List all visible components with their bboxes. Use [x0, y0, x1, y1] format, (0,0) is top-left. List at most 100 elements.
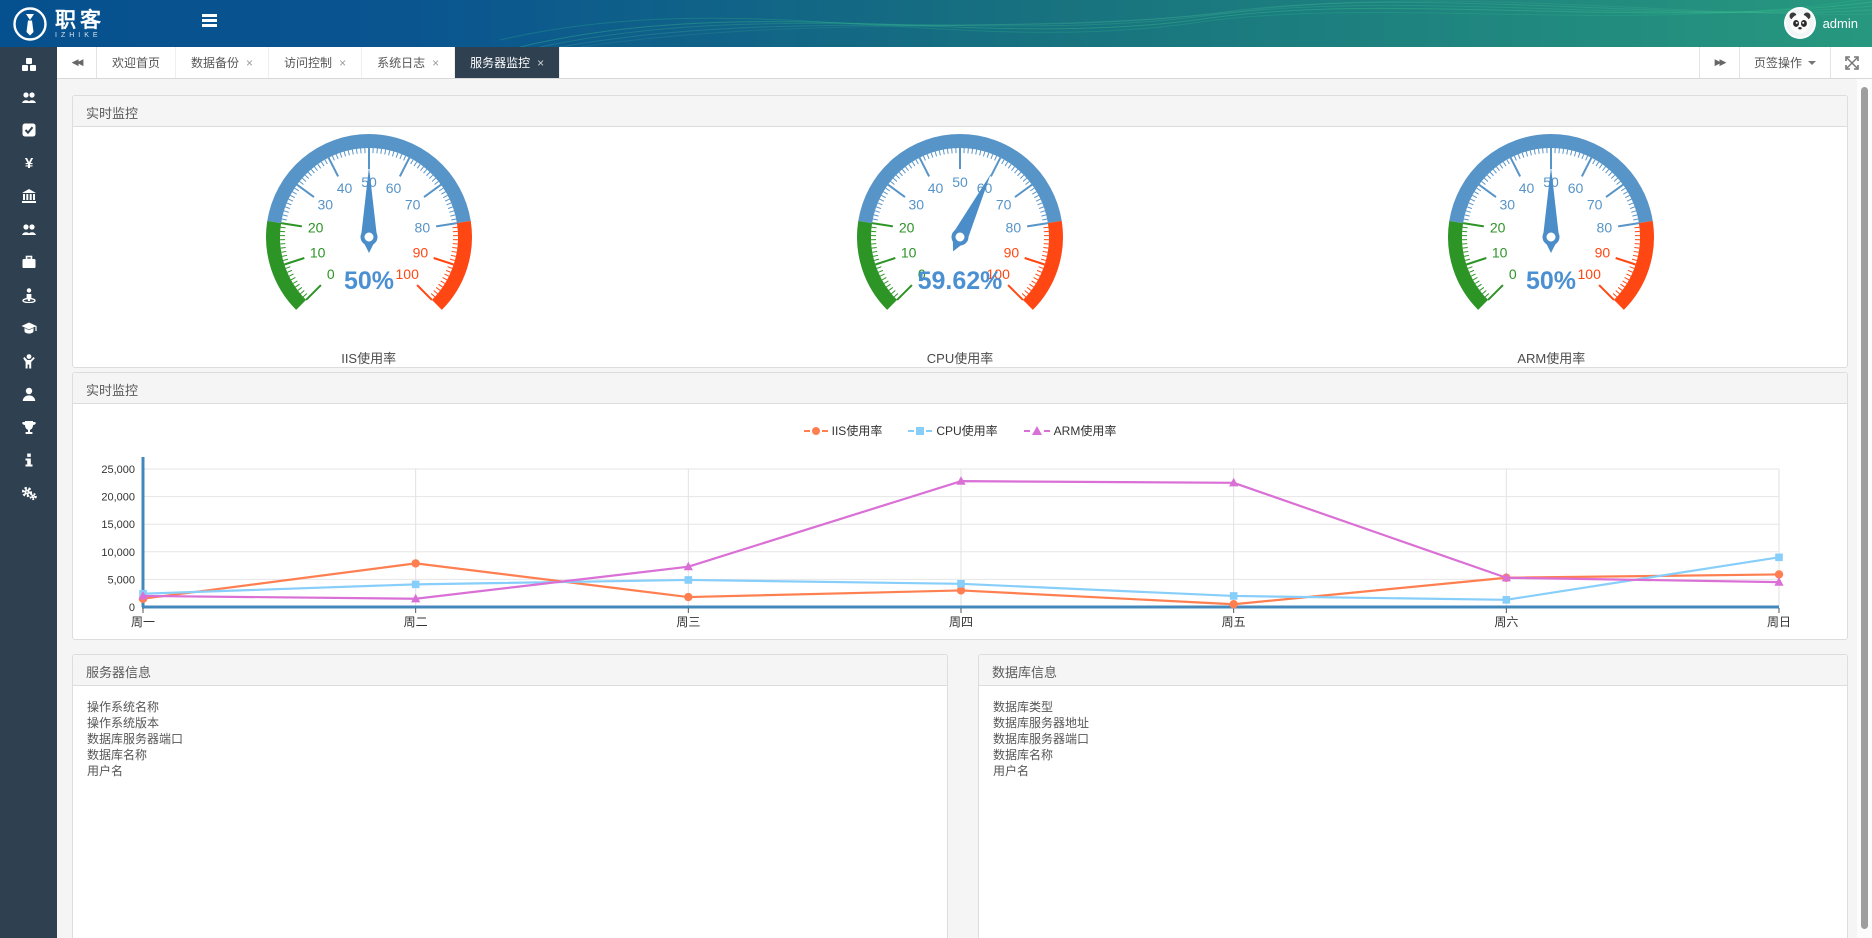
svg-text:60: 60: [1568, 180, 1584, 196]
sidebar-item-12[interactable]: [0, 443, 57, 476]
svg-text:90: 90: [1595, 245, 1611, 261]
gauges-panel-title: 实时监控: [73, 96, 1847, 127]
circle-legend-marker-icon: [804, 427, 828, 435]
svg-text:30: 30: [909, 196, 925, 212]
realtime-chart-panel: 实时监控 IIS使用率CPU使用率ARM使用率 05,00010,00015,0…: [72, 372, 1848, 640]
main-content: 实时监控 010203040506070809010050%IIS使用率0102…: [57, 79, 1872, 938]
tab-label: 服务器监控: [470, 54, 530, 71]
gears-icon: [21, 485, 37, 501]
svg-text:周一: 周一: [131, 615, 155, 629]
svg-text:80: 80: [1597, 220, 1613, 236]
gauge-1: 010203040506070809010059.62%CPU使用率: [664, 133, 1255, 367]
svg-text:80: 80: [1006, 220, 1022, 236]
fullscreen-toggle-button[interactable]: [1830, 47, 1872, 78]
tab-close-icon[interactable]: ×: [246, 57, 253, 69]
server-info-list: 操作系统名称操作系统版本数据库服务器端口数据库名称用户名: [73, 686, 947, 792]
sidebar-item-9[interactable]: [0, 344, 57, 377]
user-menu[interactable]: admin: [1784, 7, 1858, 39]
app-logo[interactable]: 职客 IZHIKE: [12, 6, 105, 42]
svg-text:90: 90: [1004, 245, 1020, 261]
gauge-chart: 010203040506070809010050%: [1411, 133, 1691, 341]
legend-item[interactable]: IIS使用率: [804, 417, 883, 444]
legend-item[interactable]: CPU使用率: [908, 417, 997, 444]
svg-text:30: 30: [317, 196, 333, 212]
tab-0[interactable]: 欢迎首页: [97, 47, 176, 78]
svg-text:0: 0: [129, 602, 135, 614]
info-line: 数据库名称: [993, 747, 1833, 763]
svg-text:90: 90: [412, 245, 428, 261]
tab-label: 访问控制: [284, 54, 332, 71]
tab-operations-label: 页签操作: [1754, 54, 1802, 71]
legend-item[interactable]: ARM使用率: [1024, 417, 1117, 444]
sidebar-item-3[interactable]: ¥: [0, 146, 57, 179]
tab-4-active[interactable]: 服务器监控 ×: [455, 47, 560, 78]
svg-text:5,000: 5,000: [107, 574, 135, 586]
tab-operations-dropdown[interactable]: 页签操作: [1739, 47, 1830, 78]
svg-text:25,000: 25,000: [101, 464, 135, 476]
tabs-scroll-right-icon[interactable]: ▶▶: [1699, 47, 1739, 78]
svg-text:周四: 周四: [949, 615, 973, 629]
yuan-icon: ¥: [21, 155, 37, 171]
svg-text:20: 20: [308, 220, 324, 236]
sidebar-item-13[interactable]: [0, 476, 57, 509]
scrollbar-thumb[interactable]: [1861, 87, 1868, 929]
tab-close-icon[interactable]: ×: [339, 57, 346, 69]
sidebar-item-8[interactable]: [0, 311, 57, 344]
sidebar-nav: ¥: [0, 47, 57, 938]
svg-text:周五: 周五: [1222, 615, 1246, 629]
sidebar-item-10[interactable]: [0, 377, 57, 410]
server-info-panel: 服务器信息 操作系统名称操作系统版本数据库服务器端口数据库名称用户名: [72, 654, 948, 938]
tab-close-icon[interactable]: ×: [537, 57, 544, 69]
sidebar-item-5[interactable]: [0, 212, 57, 245]
info-line: 用户名: [87, 763, 933, 779]
sidebar-item-4[interactable]: [0, 179, 57, 212]
logo-subtitle: IZHIKE: [55, 32, 105, 39]
graduation-cap-icon: [21, 320, 37, 336]
user-icon: [21, 386, 37, 402]
sidebar-item-11[interactable]: [0, 410, 57, 443]
briefcase-icon: [21, 254, 37, 270]
svg-text:10: 10: [901, 245, 917, 261]
svg-text:80: 80: [414, 220, 430, 236]
tab-3[interactable]: 系统日志×: [362, 47, 455, 78]
tab-2[interactable]: 访问控制 ×: [269, 47, 362, 78]
info-line: 用户名: [993, 763, 1833, 779]
sidebar-item-0[interactable]: [0, 47, 57, 80]
info-line: 操作系统名称: [87, 699, 933, 715]
tab-close-icon[interactable]: ×: [432, 57, 439, 69]
svg-text:100: 100: [395, 266, 419, 282]
info-line: 操作系统版本: [87, 715, 933, 731]
expand-arrows-icon: [1845, 56, 1859, 70]
top-navbar: 职客 IZHIKE admin: [0, 0, 1872, 47]
sidebar-item-1[interactable]: [0, 80, 57, 113]
gauge-chart: 010203040506070809010059.62%: [820, 133, 1100, 341]
sidebar-item-7[interactable]: [0, 278, 57, 311]
svg-text:¥: ¥: [24, 155, 33, 171]
svg-text:周三: 周三: [676, 615, 700, 629]
info-line: 数据库名称: [87, 747, 933, 763]
triangle-legend-marker-icon: [1024, 426, 1050, 435]
svg-text:60: 60: [385, 180, 401, 196]
database-info-list: 数据库类型数据库服务器地址数据库服务器端口数据库名称用户名: [979, 686, 1847, 792]
svg-text:10: 10: [310, 245, 326, 261]
gauges-row: 010203040506070809010050%IIS使用率010203040…: [73, 127, 1847, 367]
gauge-2: 010203040506070809010050%ARM使用率: [1256, 133, 1847, 367]
sidebar-item-2[interactable]: [0, 113, 57, 146]
legend-label: ARM使用率: [1054, 422, 1117, 439]
gauge-value: 50%: [344, 267, 394, 295]
vertical-scrollbar: [1857, 79, 1872, 938]
info-line: 数据库服务器地址: [993, 715, 1833, 731]
navbar-wave-decoration: [0, 0, 1872, 47]
logo-text: 职客 IZHIKE: [55, 10, 105, 39]
tabs-scroll-left-icon[interactable]: ◀◀: [57, 47, 97, 78]
chart-panel-title: 实时监控: [73, 373, 1847, 404]
hamburger-menu-icon[interactable]: [198, 14, 220, 32]
child-icon: [21, 353, 37, 369]
svg-text:0: 0: [1509, 266, 1517, 282]
gauge-label: CPU使用率: [664, 348, 1255, 367]
avatar: [1784, 7, 1816, 39]
gauge-value: 50%: [1526, 267, 1576, 295]
sidebar-item-6[interactable]: [0, 245, 57, 278]
tab-1[interactable]: 数据备份×: [176, 47, 269, 78]
open-tabs: 欢迎首页数据备份×访问控制×系统日志×服务器监控×: [97, 47, 560, 78]
